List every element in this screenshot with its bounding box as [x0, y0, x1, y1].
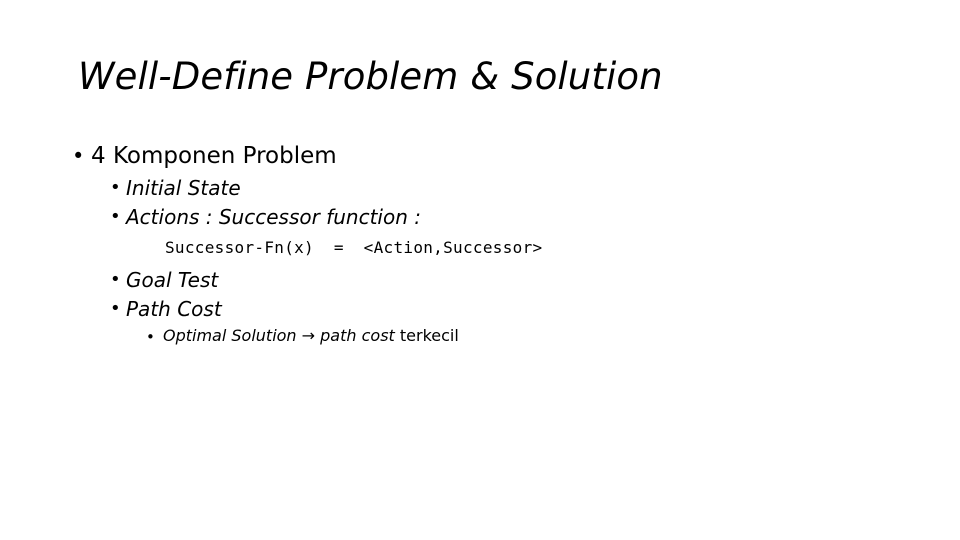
formula-text: Successor-Fn(x) = <Action,Successor>: [165, 238, 543, 257]
outline-item-optimal-solution: • Optimal Solution → path cost terkecil: [0, 324, 900, 350]
right-arrow-icon: →: [301, 326, 316, 345]
bullet-dot-icon: •: [110, 177, 121, 198]
slide-canvas: Well-Define Problem & Solution • 4 Kompo…: [0, 0, 960, 540]
bullet-dot-icon: •: [146, 328, 155, 346]
outline-item-path-cost: • Path Cost: [0, 295, 900, 324]
outline-body: • 4 Komponen Problem • Initial State • A…: [0, 140, 900, 350]
page-title: Well-Define Problem & Solution: [78, 55, 663, 98]
outline-item-label: Goal Test: [126, 268, 219, 292]
outline-item-label: 4 Komponen Problem: [91, 143, 337, 169]
bullet-dot-icon: •: [110, 298, 121, 319]
bullet-dot-icon: •: [110, 206, 121, 227]
bullet-dot-icon: •: [72, 144, 85, 168]
successor-function-formula: Successor-Fn(x) = <Action,Successor>: [0, 232, 900, 266]
optimal-solution-text: Optimal Solution: [163, 326, 302, 345]
terkecil-text: terkecil: [399, 326, 459, 345]
outline-item-level1: • 4 Komponen Problem: [0, 140, 900, 174]
outline-item-label: Initial State: [126, 176, 241, 200]
outline-item-goal-test: • Goal Test: [0, 266, 900, 295]
outline-item-label: Actions : Successor function :: [126, 205, 421, 229]
outline-item-label: Path Cost: [126, 297, 222, 321]
path-cost-text: path cost: [315, 326, 400, 345]
outline-item-initial-state: • Initial State: [0, 174, 900, 203]
outline-item-actions: • Actions : Successor function :: [0, 203, 900, 232]
bullet-dot-icon: •: [110, 269, 121, 290]
outline-item-label: Optimal Solution → path cost terkecil: [163, 324, 459, 348]
